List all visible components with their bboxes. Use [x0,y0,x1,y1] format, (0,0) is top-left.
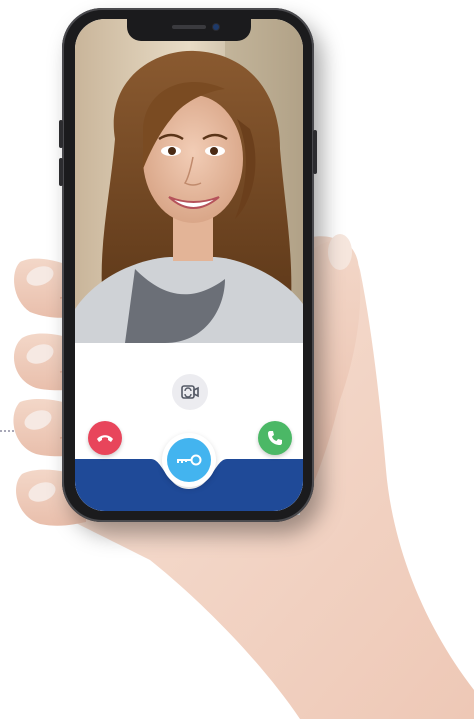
front-camera [213,24,219,30]
switch-camera-button[interactable] [172,374,208,410]
answer-button[interactable] [258,421,292,455]
volume-button [59,120,63,148]
phone-notch [127,19,251,41]
unlock-door-button[interactable] [167,438,211,482]
camera-switch-icon [181,385,199,399]
caller-video-image [75,19,303,343]
hangup-button[interactable] [88,421,122,455]
phone-hangup-icon [97,435,113,442]
volume-button-2 [59,158,63,186]
speaker-grille [172,25,206,29]
power-button [313,130,317,174]
caller-video [75,19,303,343]
key-icon [177,454,202,466]
dotted-connector-line [0,430,14,432]
phone-answer-icon [268,431,282,445]
